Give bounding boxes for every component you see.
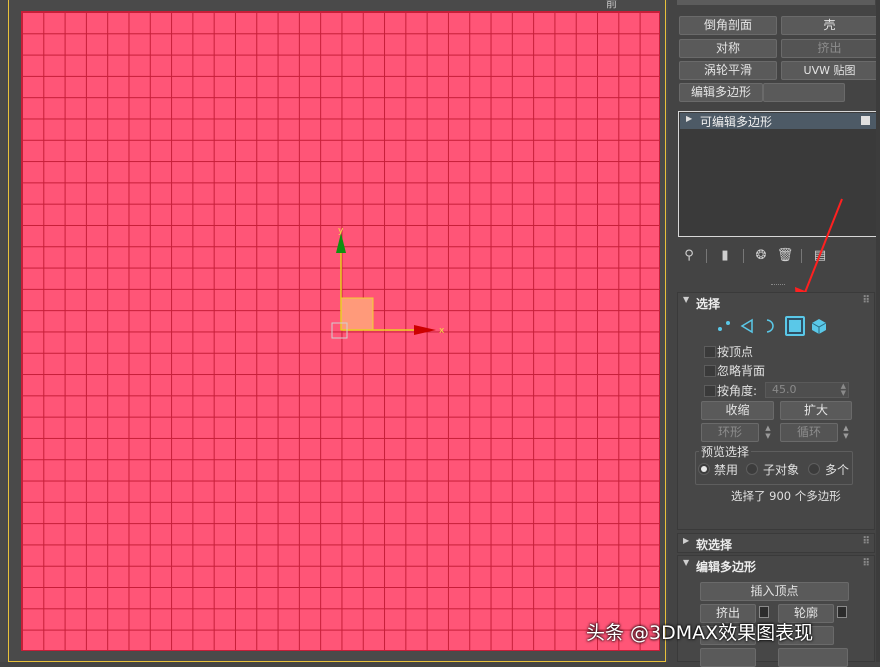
- bridge-button[interactable]: [700, 648, 756, 667]
- by-vertex-label: 按顶点: [717, 345, 754, 359]
- modifier-button-uvw-map[interactable]: UVW 贴图: [781, 61, 878, 80]
- border-mode-icon[interactable]: [760, 316, 780, 336]
- rollout-grip-icon[interactable]: ⠿: [862, 536, 870, 547]
- modifier-button-symmetry[interactable]: 对称: [679, 39, 777, 58]
- insert-vertex-button[interactable]: 插入顶点: [700, 582, 849, 601]
- stack-item-editable-poly[interactable]: ▶ 可编辑多边形: [680, 113, 876, 129]
- by-vertex-checkbox[interactable]: [704, 346, 716, 358]
- flip-button[interactable]: [778, 648, 848, 667]
- preview-off-radio[interactable]: [698, 463, 710, 475]
- show-end-result-icon[interactable]: ▮: [716, 247, 734, 265]
- expand-triangle-icon[interactable]: ▶: [683, 536, 689, 545]
- modifier-button-edit-poly[interactable]: 编辑多边形: [679, 83, 763, 102]
- viewport-label[interactable]: 前: [606, 0, 617, 11]
- selection-rollout-header[interactable]: ▼ 选择 ⠿: [677, 294, 875, 312]
- modifier-button-turbosmooth[interactable]: 涡轮平滑: [679, 61, 777, 80]
- soft-selection-rollout-header[interactable]: ▶ 软选择 ⠿: [677, 535, 875, 553]
- spinner-arrows-icon[interactable]: ▲ ▼: [841, 383, 846, 397]
- make-unique-icon[interactable]: ❂: [752, 247, 770, 265]
- preview-subobject-radio[interactable]: [746, 463, 758, 475]
- polygon-mode-icon[interactable]: [785, 316, 805, 336]
- toolbar-divider: [743, 249, 744, 263]
- ring-spinner-icon[interactable]: ▲ ▼: [763, 424, 773, 440]
- expand-triangle-icon[interactable]: ▶: [686, 114, 692, 123]
- modifier-button-shell[interactable]: 壳: [781, 16, 878, 35]
- loop-button[interactable]: 循环: [780, 423, 838, 442]
- extrude-settings-icon[interactable]: [759, 606, 769, 618]
- angle-spinner-field[interactable]: 45.0 ▲ ▼: [765, 382, 849, 398]
- edge-mode-icon[interactable]: [737, 316, 757, 336]
- vertex-mode-icon[interactable]: [714, 316, 734, 336]
- modifier-button-extrude[interactable]: 挤出: [781, 39, 878, 58]
- preview-multi-label: 多个: [825, 463, 850, 477]
- preview-multi-radio[interactable]: [808, 463, 820, 475]
- selection-rollout-title: 选择: [696, 297, 721, 311]
- collapse-triangle-icon[interactable]: ▼: [683, 558, 689, 567]
- by-angle-label: 按角度:: [717, 384, 758, 398]
- collapse-triangle-icon[interactable]: ▼: [683, 295, 689, 304]
- modifier-button-chamfer-profile[interactable]: 倒角剖面: [679, 16, 777, 35]
- selection-status-text: 选择了 900 个多边形: [731, 489, 841, 503]
- rollout-grip-icon[interactable]: ⠿: [862, 295, 870, 306]
- outline-settings-icon[interactable]: [837, 606, 847, 618]
- rollout-grip-icon[interactable]: ⠿: [862, 558, 870, 569]
- pin-stack-icon[interactable]: ⚲: [680, 247, 698, 265]
- shrink-button[interactable]: 收缩: [701, 401, 774, 420]
- panel-scrollbar[interactable]: [876, 0, 880, 662]
- preview-off-label: 禁用: [714, 463, 739, 477]
- element-mode-icon[interactable]: [809, 316, 829, 336]
- angle-value: 45.0: [772, 383, 797, 396]
- edit-polygons-rollout-header[interactable]: ▼ 编辑多边形 ⠿: [677, 557, 875, 575]
- watermark-text: 头条 @3DMAX效果图表现: [586, 622, 814, 644]
- ring-button[interactable]: 环形: [701, 423, 759, 442]
- poly-plane-mesh[interactable]: [21, 11, 660, 651]
- ignore-backfacing-checkbox[interactable]: [704, 365, 716, 377]
- modifier-button-empty[interactable]: [763, 83, 845, 102]
- toolbar-divider: [706, 249, 707, 263]
- preview-subobject-label: 子对象: [763, 463, 800, 477]
- stack-item-label: 可编辑多边形: [700, 115, 773, 129]
- loop-spinner-icon[interactable]: ▲ ▼: [841, 424, 851, 440]
- grow-button[interactable]: 扩大: [780, 401, 852, 420]
- stack-item-toggle-icon[interactable]: [861, 116, 870, 125]
- preview-selection-title: 预览选择: [699, 443, 752, 460]
- ignore-backfacing-label: 忽略背面: [717, 364, 766, 378]
- soft-selection-title: 软选择: [696, 538, 733, 552]
- edit-polygons-title: 编辑多边形: [696, 560, 757, 574]
- panel-top-bar: [677, 0, 875, 5]
- front-viewport[interactable]: 前 y x: [0, 0, 668, 662]
- by-angle-checkbox[interactable]: [704, 385, 716, 397]
